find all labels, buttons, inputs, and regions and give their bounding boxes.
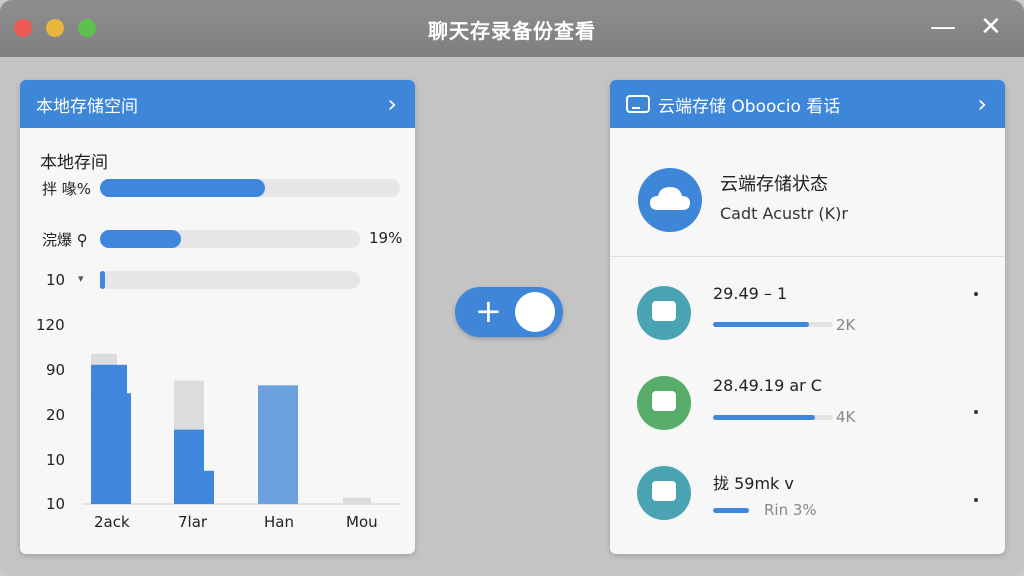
chart-bar-7lar-2[interactable] xyxy=(174,470,214,504)
backup-item-size: 2K xyxy=(836,316,856,334)
plus-icon: + xyxy=(475,292,502,330)
divider xyxy=(610,256,1005,257)
backup-item-title: 28.49.19 ar C xyxy=(713,376,822,395)
cloud-storage-panel: 云端存储 Oboocio 看话 › 云端存储状态 Cadt Acustr (K)… xyxy=(610,80,1005,554)
backup-item-size: 4K xyxy=(836,408,856,426)
backup-item-progress xyxy=(713,508,749,513)
x-tick-label: 7lar xyxy=(178,513,208,531)
window-title: 聊天存录备份查看 xyxy=(428,19,596,43)
x-tick-label: Mou xyxy=(346,513,378,531)
cloud-status-subtitle: Cadt Acustr (K)r xyxy=(720,204,848,223)
close-button[interactable]: ✕ xyxy=(980,12,1002,42)
backup-item-progress xyxy=(713,322,809,327)
backup-item-progress xyxy=(713,415,815,420)
chat-icon xyxy=(637,376,691,430)
cloud-icon xyxy=(638,168,702,232)
chart-bar-Mou-0[interactable] xyxy=(343,497,371,504)
storage-card-icon xyxy=(626,95,650,113)
calendar-icon xyxy=(637,286,691,340)
chart-bar-2ack-2[interactable] xyxy=(91,393,131,504)
toggle-knob[interactable] xyxy=(515,292,555,332)
more-options-icon[interactable] xyxy=(974,410,978,414)
backup-item-title: 29.49 – 1 xyxy=(713,284,788,303)
sync-toggle[interactable]: + xyxy=(455,287,563,337)
storage-bar-chart xyxy=(82,353,400,505)
cloud-storage-header-title: 云端存储 Oboocio 看话 xyxy=(658,96,841,117)
x-tick-label: 2ack xyxy=(94,513,130,531)
chevron-right-icon[interactable]: › xyxy=(977,90,987,118)
cloud-status-title: 云端存储状态 xyxy=(720,174,828,195)
backup-item-title: 拢 59mk v xyxy=(713,474,794,493)
minimize-button[interactable]: — xyxy=(930,12,956,42)
app-window: 聊天存录备份查看 — ✕ 本地存储空间 › 本地存间 拌 喙% 浣爆 ⚲ 19%… xyxy=(0,0,1024,576)
backup-item-size: Rin 3% xyxy=(764,501,817,519)
title-bar: 聊天存录备份查看 — ✕ xyxy=(0,0,1024,57)
local-storage-panel: 本地存储空间 › 本地存间 拌 喙% 浣爆 ⚲ 19% 10 ▾ 120 90 … xyxy=(20,80,415,554)
x-tick-label: Han xyxy=(264,513,294,531)
more-options-icon[interactable] xyxy=(974,292,978,296)
cloud-storage-header[interactable]: 云端存储 Oboocio 看话 › xyxy=(610,80,1005,128)
more-options-icon[interactable] xyxy=(974,498,978,502)
chart-bar-Han-1[interactable] xyxy=(258,385,298,504)
message-icon xyxy=(637,466,691,520)
